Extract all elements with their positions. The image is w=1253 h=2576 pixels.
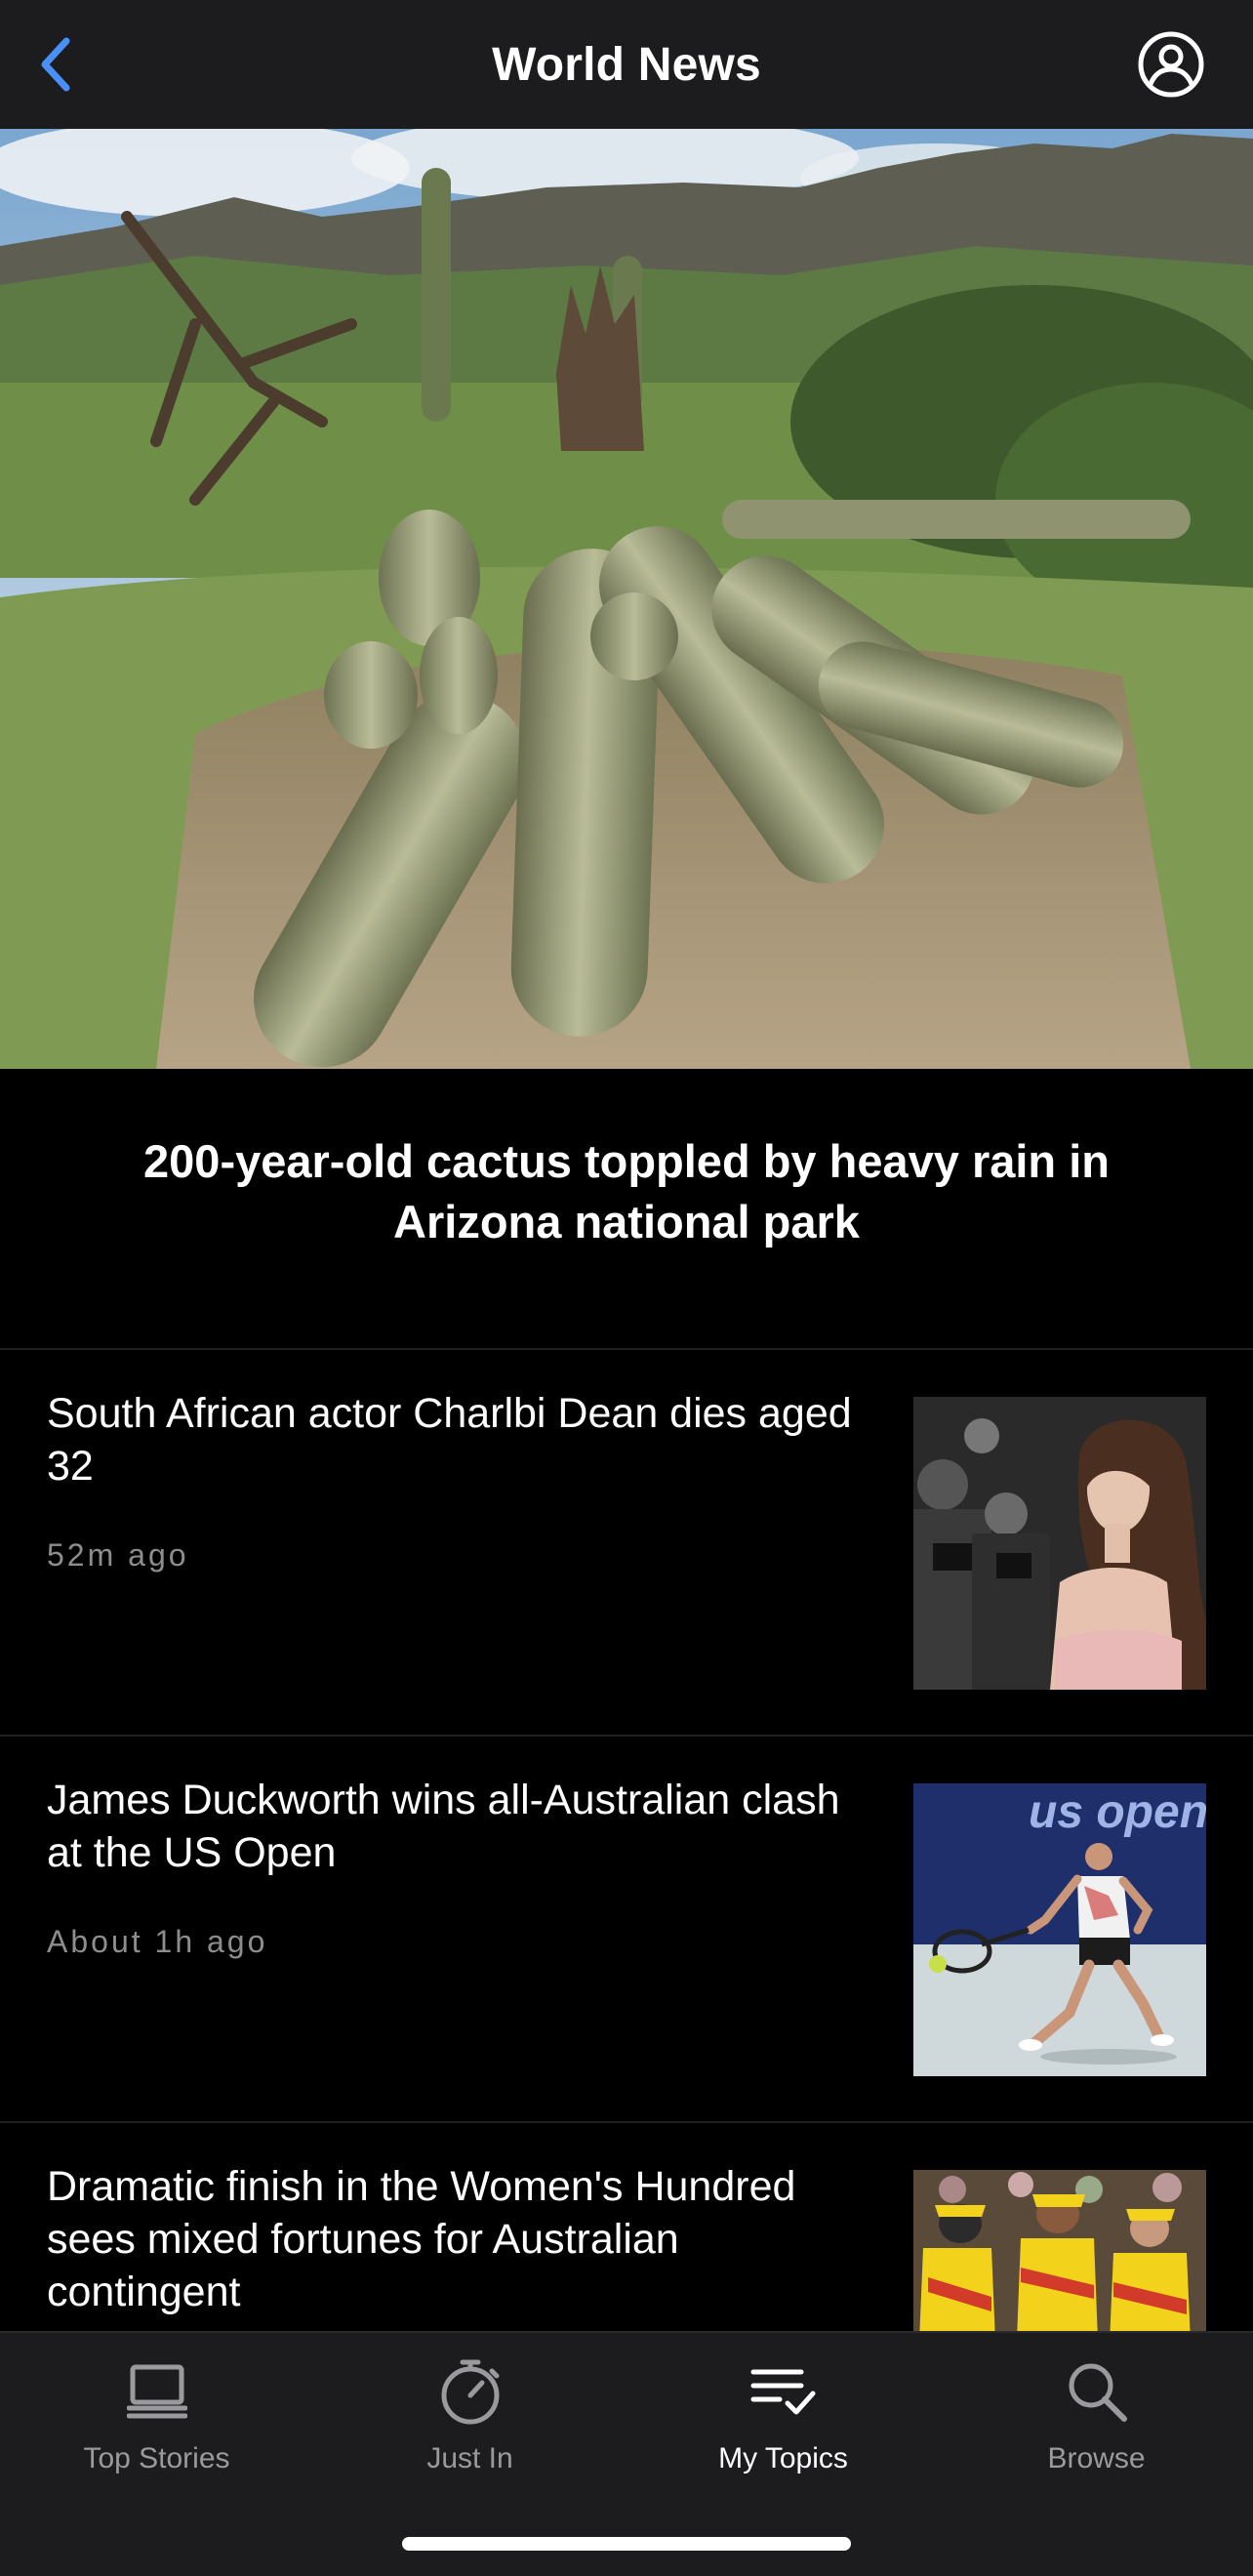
- user-circle-icon: [1138, 31, 1204, 98]
- toppled-cactus-image: [0, 129, 1253, 1069]
- list-check-icon: [750, 2369, 815, 2415]
- banner-text: us open: [1029, 1786, 1206, 1838]
- stopwatch-icon: [441, 2359, 499, 2425]
- tab-label: Top Stories: [83, 2442, 230, 2474]
- tab-top-stories[interactable]: Top Stories: [0, 2333, 313, 2499]
- tab-browse[interactable]: Browse: [940, 2333, 1253, 2499]
- hero-story-title: 200-year-old cactus toppled by heavy rai…: [143, 1135, 1110, 1247]
- laptop-icon: [126, 2364, 187, 2419]
- tab-my-topics[interactable]: My Topics: [626, 2333, 940, 2499]
- article-title: Dramatic finish in the Women's Hundred s…: [47, 2163, 796, 2315]
- article-timestamp: 52m ago: [47, 1537, 189, 1573]
- hero-story[interactable]: 200-year-old cactus toppled by heavy rai…: [0, 1069, 1253, 1350]
- search-icon: [1069, 2363, 1127, 2422]
- home-indicator[interactable]: [402, 2537, 851, 2551]
- article-thumbnail: [913, 1397, 1206, 1690]
- tab-label: Browse: [1047, 2442, 1146, 2474]
- article-title: James Duckworth wins all-Australian clas…: [47, 1777, 840, 1876]
- article-row[interactable]: James Duckworth wins all-Australian clas…: [0, 1737, 1253, 2123]
- account-button[interactable]: [1136, 29, 1206, 100]
- tab-label: Just In: [426, 2442, 513, 2474]
- tennis-player-image: us open: [913, 1783, 1206, 2076]
- article-row[interactable]: South African actor Charlbi Dean dies ag…: [0, 1350, 1253, 1737]
- article-timestamp: About 1h ago: [47, 1924, 268, 1959]
- page-title: World News: [492, 38, 761, 91]
- hero-story-image[interactable]: [0, 129, 1253, 1069]
- article-thumbnail: us open: [913, 1783, 1206, 2076]
- tab-just-in[interactable]: Just In: [313, 2333, 626, 2499]
- top-navigation-bar: World News: [0, 0, 1253, 129]
- article-title: South African actor Charlbi Dean dies ag…: [47, 1390, 852, 1490]
- red-carpet-actor-image: [913, 1397, 1206, 1690]
- tab-label: My Topics: [718, 2442, 848, 2474]
